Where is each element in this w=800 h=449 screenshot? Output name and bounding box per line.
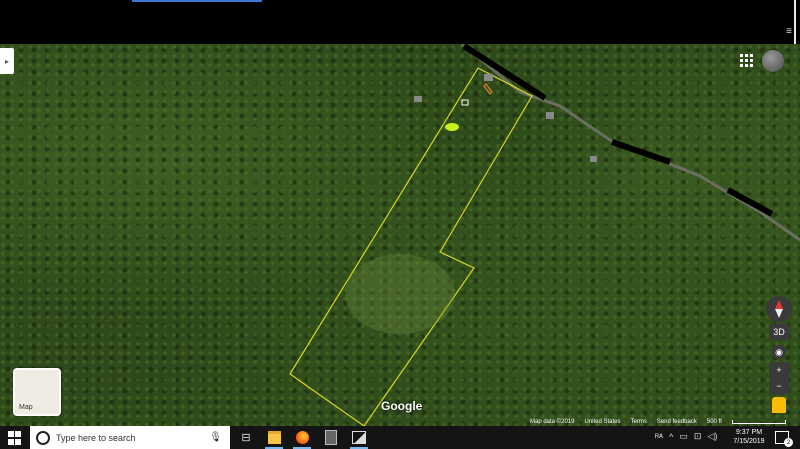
windows-start-icon[interactable]: [8, 431, 22, 445]
clock-time: 9:37 PM: [735, 429, 763, 436]
region-label: United States: [584, 419, 621, 425]
compass-south-needle: [775, 309, 783, 318]
taskbar-clock[interactable]: 9:37 PM 7/15/2019: [730, 428, 768, 446]
tilt-3d-button[interactable]: 3D: [769, 324, 789, 340]
pegman-icon[interactable]: [772, 397, 786, 413]
action-center-icon[interactable]: 2: [775, 431, 793, 447]
side-panel-toggle[interactable]: ▸: [0, 48, 14, 74]
house: [414, 96, 422, 102]
firefox-icon[interactable]: [295, 430, 309, 444]
browser-top-bar: ≡: [0, 0, 800, 44]
clearing: [345, 254, 455, 334]
chevron-up-icon[interactable]: ^: [669, 432, 673, 442]
active-tab-indicator: [132, 0, 262, 2]
google-logo: Google: [381, 399, 423, 413]
cortana-icon: [36, 430, 50, 445]
house: [484, 74, 493, 81]
layer-toggle-label: Map: [19, 404, 33, 411]
zoom-in-button[interactable]: +: [769, 362, 789, 378]
photos-icon[interactable]: [352, 430, 366, 444]
property-boundary: [289, 67, 533, 426]
house: [546, 112, 554, 119]
windows-taskbar: Type here to search 🎙 ⊟ ᴿᴬ ^ ▭ ⊡ ◁) 9:37…: [0, 426, 800, 449]
microphone-icon[interactable]: 🎙: [209, 432, 222, 443]
task-view-icon[interactable]: ⊟: [239, 430, 253, 444]
parcel-outline: [483, 83, 493, 95]
menu-icon[interactable]: ≡: [786, 26, 792, 37]
road: [461, 44, 800, 242]
search-placeholder: Type here to search: [56, 432, 136, 443]
map-data-label: Map data ©2019: [530, 419, 575, 425]
calculator-icon[interactable]: [324, 429, 338, 445]
building-marker: [461, 99, 469, 106]
apps-icon[interactable]: [738, 52, 754, 68]
redaction-mark: [611, 139, 671, 165]
zoom-out-button[interactable]: −: [769, 378, 789, 394]
scale-bar: [731, 420, 786, 424]
scale-label[interactable]: 500 ft: [707, 419, 722, 425]
taskbar-search[interactable]: Type here to search 🎙: [30, 426, 230, 449]
file-explorer-icon[interactable]: [267, 430, 281, 444]
house: [590, 156, 597, 162]
redaction-mark: [726, 187, 774, 217]
location-icon[interactable]: ◉: [772, 345, 786, 359]
map-attribution: Map data ©2019 United States Terms Send …: [530, 418, 800, 426]
send-feedback-link[interactable]: Send feedback: [657, 419, 697, 425]
compass-icon[interactable]: [766, 296, 792, 322]
map-layer-toggle[interactable]: Map: [13, 368, 61, 416]
people-icon[interactable]: ᴿᴬ: [655, 432, 663, 442]
clock-date: 7/15/2019: [733, 438, 765, 445]
account-avatar[interactable]: [762, 50, 784, 72]
terms-link[interactable]: Terms: [630, 419, 646, 425]
green-marker: [445, 123, 459, 131]
notification-count: 2: [784, 438, 793, 447]
volume-icon[interactable]: ◁): [707, 431, 717, 442]
compass-north-needle: [775, 300, 783, 309]
battery-icon[interactable]: ▭: [679, 431, 688, 442]
map-overlay: [289, 44, 800, 426]
network-icon[interactable]: ⊡: [694, 431, 702, 442]
satellite-map[interactable]: [0, 44, 800, 426]
system-tray: ᴿᴬ ^ ▭ ⊡ ◁): [655, 431, 717, 442]
window-edge: [794, 0, 796, 44]
